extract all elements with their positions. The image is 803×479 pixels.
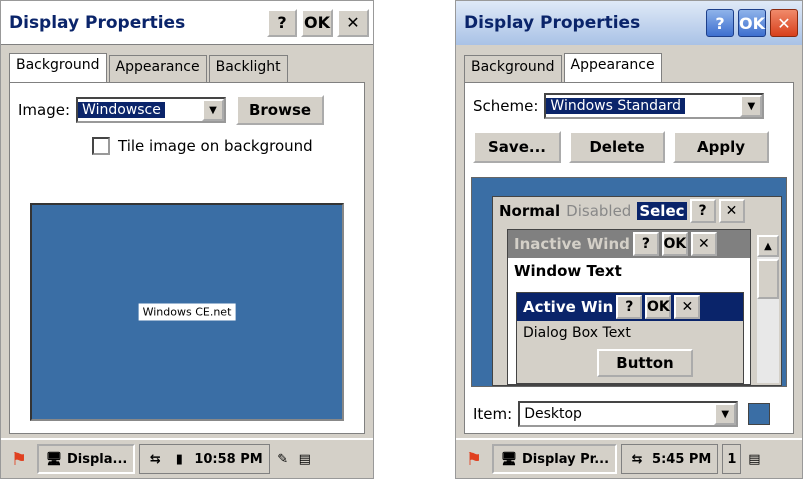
tab-background[interactable]: Background	[9, 53, 107, 83]
active-ok-button: OK	[645, 295, 672, 319]
title-bar: Display Properties ? OK ✕	[1, 1, 373, 45]
tab-strip: Background Appearance	[464, 53, 664, 83]
start-flag-icon[interactable]: ⚑	[460, 445, 488, 473]
taskbar-task[interactable]: 🖥 Displa...	[37, 444, 136, 474]
scroll-up-icon: ▲	[757, 235, 779, 257]
color-swatch[interactable]	[748, 403, 771, 425]
image-label: Image:	[18, 101, 71, 119]
system-tray: ⇆ ▮ 10:58 PM	[139, 444, 270, 474]
delete-button[interactable]: Delete	[569, 131, 665, 163]
image-row: Image: Windowsce ▼ Browse	[18, 95, 325, 125]
menu-normal: Normal	[499, 202, 561, 220]
battery-icon[interactable]: ▮	[170, 450, 188, 468]
help-button[interactable]: ?	[706, 9, 734, 37]
display-icon: 🖥	[500, 451, 518, 467]
menu-disabled: Disabled	[566, 202, 632, 220]
item-select[interactable]: Desktop ▼	[518, 401, 739, 427]
input-panel-icon[interactable]: ✎	[274, 450, 292, 468]
preview-scrollbar: ▲	[757, 235, 779, 383]
network-icon[interactable]: ⇆	[146, 450, 164, 468]
display-icon: 🖥	[45, 451, 63, 467]
tile-checkbox[interactable]	[92, 137, 110, 155]
chevron-down-icon[interactable]: ▼	[202, 99, 225, 121]
preview-window: Normal Disabled Selec ? ✕ Inactive Wind …	[492, 196, 782, 386]
dialog-text: Dialog Box Text	[523, 325, 631, 341]
system-tray: ⇆ 5:45 PM	[621, 444, 719, 474]
item-row: Item: Desktop ▼	[473, 401, 771, 427]
active-window: Active Win ? OK ✕ Dialog Box Text Button	[516, 292, 744, 384]
chevron-down-icon[interactable]: ▼	[740, 95, 763, 117]
active-title: Active Win	[523, 298, 614, 316]
scheme-row: Scheme: Windows Standard ▼	[473, 93, 765, 119]
clock[interactable]: 10:58 PM	[194, 452, 262, 467]
screen-right: Display Properties ? OK ✕ Background App…	[455, 0, 803, 479]
active-title-bar: Active Win ? OK ✕	[517, 293, 743, 321]
item-value: Desktop	[520, 406, 586, 422]
taskbar: ⚑ 🖥 Displa... ⇆ ▮ 10:58 PM ✎ ▤	[1, 438, 373, 478]
close-button[interactable]: ✕	[770, 9, 798, 37]
ok-button[interactable]: OK	[301, 8, 333, 37]
window-text: Window Text	[514, 262, 622, 280]
taskbar-task[interactable]: 🖥 Display Pr...	[492, 444, 618, 474]
tab-panel: Scheme: Windows Standard ▼ Save... Delet…	[464, 82, 794, 434]
preview-close-button: ✕	[718, 199, 745, 223]
wallpaper-preview: Windows CE.net	[30, 203, 344, 421]
tile-row: Tile image on background	[92, 137, 313, 155]
help-button[interactable]: ?	[267, 8, 297, 37]
window-title: Display Properties	[464, 13, 641, 33]
browse-button[interactable]: Browse	[236, 95, 325, 125]
desktop-badge[interactable]: 1	[722, 444, 742, 474]
image-select[interactable]: Windowsce ▼	[76, 97, 227, 123]
preview-button: Button	[597, 349, 693, 377]
active-help-button: ?	[616, 295, 643, 319]
menu-selected: Selec	[637, 202, 687, 220]
close-button[interactable]: ✕	[337, 8, 369, 37]
apply-button[interactable]: Apply	[673, 131, 769, 163]
inactive-title: Inactive Wind	[514, 235, 630, 253]
title-bar: Display Properties ? OK ✕	[456, 1, 802, 45]
taskbar: ⚑ 🖥 Display Pr... ⇆ 5:45 PM 1 ▤	[456, 438, 802, 478]
scheme-select[interactable]: Windows Standard ▼	[544, 93, 765, 119]
desktop-switch-icon[interactable]: ▤	[296, 450, 314, 468]
active-close-button: ✕	[674, 295, 701, 319]
start-flag-icon[interactable]: ⚑	[5, 445, 33, 473]
taskbar-task-label: Display Pr...	[522, 451, 610, 467]
scroll-thumb	[757, 259, 779, 299]
preview-help-button: ?	[689, 199, 716, 223]
network-icon[interactable]: ⇆	[628, 450, 646, 468]
tab-appearance[interactable]: Appearance	[563, 53, 662, 83]
taskbar-task-label: Displa...	[67, 451, 128, 467]
tile-label: Tile image on background	[118, 137, 313, 155]
tab-appearance[interactable]: Appearance	[108, 55, 207, 83]
screen-left: Display Properties ? OK ✕ Background App…	[0, 0, 374, 479]
scheme-actions: Save... Delete Apply	[473, 131, 769, 163]
tab-backlight[interactable]: Backlight	[208, 55, 288, 83]
chevron-down-icon[interactable]: ▼	[714, 403, 737, 425]
inactive-close-button: ✕	[690, 232, 717, 256]
tab-panel: Image: Windowsce ▼ Browse Tile image on …	[9, 82, 365, 434]
scheme-value: Windows Standard	[546, 98, 686, 114]
item-label: Item:	[473, 405, 513, 423]
desktop-switch-icon[interactable]: ▤	[745, 450, 763, 468]
save-button[interactable]: Save...	[473, 131, 561, 163]
windows-ce-logo: Windows CE.net	[138, 303, 236, 321]
menu-bar: Normal Disabled Selec ? ✕	[493, 197, 781, 225]
tab-strip: Background Appearance Backlight	[9, 53, 290, 83]
inactive-help-button: ?	[632, 232, 659, 256]
window-title: Display Properties	[9, 12, 186, 33]
image-value: Windowsce	[78, 102, 165, 118]
inactive-ok-button: OK	[661, 232, 688, 256]
preview-inner-window: Inactive Wind ? OK ✕ Window Text Active …	[507, 229, 751, 385]
clock[interactable]: 5:45 PM	[652, 452, 711, 467]
tab-background[interactable]: Background	[464, 55, 562, 83]
scheme-preview: Normal Disabled Selec ? ✕ Inactive Wind …	[471, 177, 787, 387]
scheme-label: Scheme:	[473, 97, 539, 115]
ok-button[interactable]: OK	[738, 9, 766, 37]
inactive-title-bar: Inactive Wind ? OK ✕	[508, 230, 750, 258]
